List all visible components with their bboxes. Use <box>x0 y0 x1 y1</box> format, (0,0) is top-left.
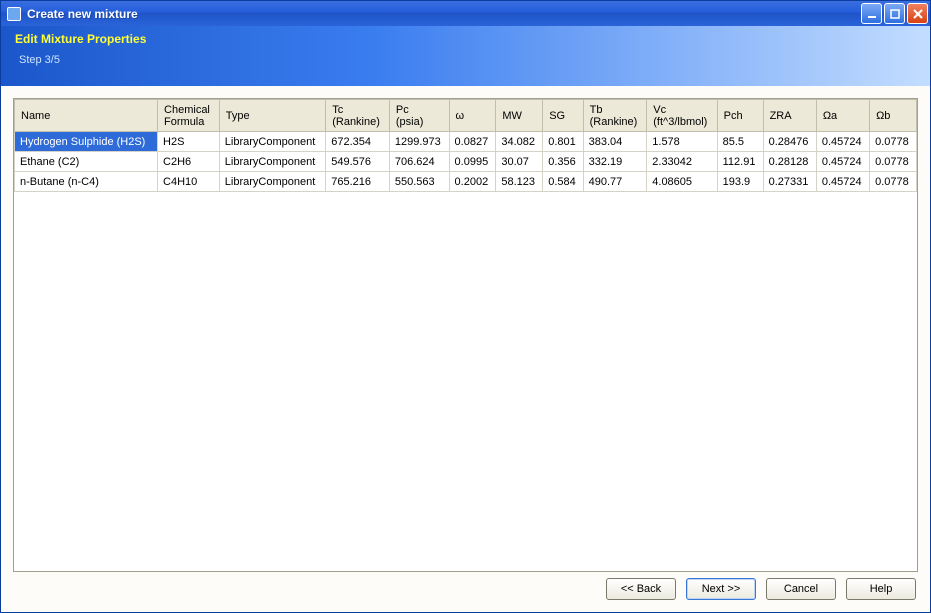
table-cell[interactable]: 112.91 <box>717 152 763 172</box>
table-cell[interactable]: Ethane (C2) <box>15 152 158 172</box>
close-icon <box>913 9 923 19</box>
table-cell[interactable]: 0.0778 <box>870 152 917 172</box>
table-cell[interactable]: 0.27331 <box>763 172 816 192</box>
table-cell[interactable]: 85.5 <box>717 132 763 152</box>
table-cell[interactable]: 383.04 <box>583 132 647 152</box>
help-button[interactable]: Help <box>846 578 916 600</box>
table-cell[interactable]: LibraryComponent <box>219 152 325 172</box>
maximize-button[interactable] <box>884 3 905 24</box>
table-cell[interactable]: 30.07 <box>496 152 543 172</box>
table-cell[interactable]: LibraryComponent <box>219 172 325 192</box>
table-cell[interactable]: 0.45724 <box>816 172 869 192</box>
maximize-icon <box>890 9 900 19</box>
table-cell[interactable]: 0.0827 <box>449 132 496 152</box>
column-header[interactable]: Ωb <box>870 100 917 132</box>
table-cell[interactable]: 0.45724 <box>816 152 869 172</box>
cancel-button[interactable]: Cancel <box>766 578 836 600</box>
minimize-button[interactable] <box>861 3 882 24</box>
column-header[interactable]: MW <box>496 100 543 132</box>
table-cell[interactable]: 1299.973 <box>389 132 449 152</box>
column-header[interactable]: ZRA <box>763 100 816 132</box>
table-cell[interactable]: 765.216 <box>326 172 390 192</box>
table-cell[interactable]: 0.0778 <box>870 172 917 192</box>
table-cell[interactable]: 58.123 <box>496 172 543 192</box>
column-header[interactable]: Vc(ft^3/lbmol) <box>647 100 717 132</box>
table-cell[interactable]: 0.28128 <box>763 152 816 172</box>
properties-table: NameChemicalFormulaTypeTc(Rankine)Pc(psi… <box>14 99 917 192</box>
column-header[interactable]: ω <box>449 100 496 132</box>
table-cell[interactable]: n-Butane (n-C4) <box>15 172 158 192</box>
table-cell[interactable]: C2H6 <box>158 152 220 172</box>
column-header[interactable]: SG <box>543 100 583 132</box>
wizard-footer: << Back Next >> Cancel Help <box>13 572 918 602</box>
table-cell[interactable]: 672.354 <box>326 132 390 152</box>
column-header[interactable]: Name <box>15 100 158 132</box>
table-cell[interactable]: 2.33042 <box>647 152 717 172</box>
client-area: NameChemicalFormulaTypeTc(Rankine)Pc(psi… <box>1 86 930 612</box>
table-cell[interactable]: 0.0995 <box>449 152 496 172</box>
table-cell[interactable]: C4H10 <box>158 172 220 192</box>
wizard-banner: Edit Mixture Properties Step 3/5 <box>1 26 930 86</box>
next-button[interactable]: Next >> <box>686 578 756 600</box>
app-window: Create new mixture Edit Mixture Properti… <box>0 0 931 613</box>
table-row[interactable]: n-Butane (n-C4)C4H10LibraryComponent765.… <box>15 172 917 192</box>
table-cell[interactable]: 0.28476 <box>763 132 816 152</box>
table-cell[interactable]: 549.576 <box>326 152 390 172</box>
table-cell[interactable]: 706.624 <box>389 152 449 172</box>
column-header[interactable]: Pch <box>717 100 763 132</box>
banner-step: Step 3/5 <box>19 54 916 66</box>
table-cell[interactable]: LibraryComponent <box>219 132 325 152</box>
table-cell[interactable]: 0.584 <box>543 172 583 192</box>
minimize-icon <box>867 9 877 19</box>
table-cell[interactable]: H2S <box>158 132 220 152</box>
table-cell[interactable]: 0.45724 <box>816 132 869 152</box>
table-cell[interactable]: 0.356 <box>543 152 583 172</box>
table-cell[interactable]: 1.578 <box>647 132 717 152</box>
table-row[interactable]: Hydrogen Sulphide (H2S)H2SLibraryCompone… <box>15 132 917 152</box>
back-button[interactable]: << Back <box>606 578 676 600</box>
window-controls <box>861 3 928 24</box>
table-cell[interactable]: 0.0778 <box>870 132 917 152</box>
grid-container[interactable]: NameChemicalFormulaTypeTc(Rankine)Pc(psi… <box>13 98 918 572</box>
column-header[interactable]: Pc(psia) <box>389 100 449 132</box>
title-bar: Create new mixture <box>1 1 930 26</box>
table-body: Hydrogen Sulphide (H2S)H2SLibraryCompone… <box>15 132 917 192</box>
table-cell[interactable]: 550.563 <box>389 172 449 192</box>
banner-heading: Edit Mixture Properties <box>15 32 916 46</box>
column-header[interactable]: Ωa <box>816 100 869 132</box>
table-cell[interactable]: 34.082 <box>496 132 543 152</box>
table-cell[interactable]: 0.2002 <box>449 172 496 192</box>
table-cell[interactable]: 193.9 <box>717 172 763 192</box>
close-button[interactable] <box>907 3 928 24</box>
column-header[interactable]: ChemicalFormula <box>158 100 220 132</box>
table-cell[interactable]: 332.19 <box>583 152 647 172</box>
table-cell[interactable]: 490.77 <box>583 172 647 192</box>
window-title: Create new mixture <box>27 7 861 21</box>
app-icon <box>7 7 21 21</box>
column-header[interactable]: Type <box>219 100 325 132</box>
table-header: NameChemicalFormulaTypeTc(Rankine)Pc(psi… <box>15 100 917 132</box>
column-header[interactable]: Tb(Rankine) <box>583 100 647 132</box>
column-header[interactable]: Tc(Rankine) <box>326 100 390 132</box>
table-cell[interactable]: 4.08605 <box>647 172 717 192</box>
table-cell[interactable]: 0.801 <box>543 132 583 152</box>
table-cell[interactable]: Hydrogen Sulphide (H2S) <box>15 132 158 152</box>
table-row[interactable]: Ethane (C2)C2H6LibraryComponent549.57670… <box>15 152 917 172</box>
